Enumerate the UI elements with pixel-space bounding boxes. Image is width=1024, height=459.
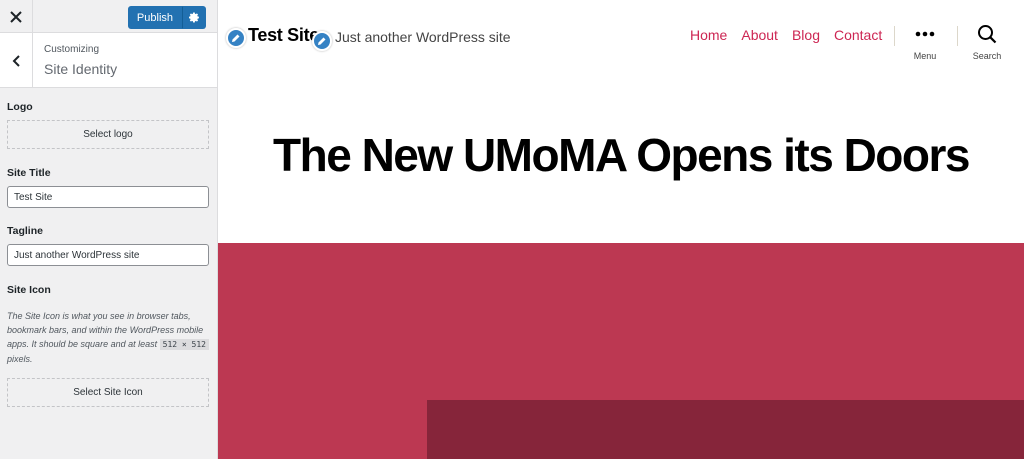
menu-toggle[interactable]: Menu [900, 24, 950, 61]
close-icon [10, 10, 22, 23]
section-body: Logo Select logo Site Title Test Site Ta… [0, 101, 217, 407]
search-toggle[interactable]: Search [962, 24, 1012, 61]
site-title-label: Site Title [7, 167, 51, 179]
site-icon-description-end: pixels. [7, 354, 33, 364]
logo-label: Logo [7, 101, 33, 113]
site-preview: Test Site Just another WordPress site Ho… [218, 0, 1024, 459]
site-icon-label: Site Icon [7, 284, 51, 296]
breadcrumb: Customizing [44, 44, 100, 55]
nav-home[interactable]: Home [690, 27, 727, 43]
nav-about[interactable]: About [741, 27, 778, 43]
close-customizer-button[interactable] [0, 0, 33, 33]
pencil-icon [232, 34, 240, 42]
ellipsis-icon [915, 31, 935, 37]
preview-tagline: Just another WordPress site [335, 29, 511, 45]
site-title-input[interactable]: Test Site [7, 186, 209, 208]
nav-divider [957, 26, 958, 46]
search-label: Search [972, 51, 1002, 61]
edit-tagline-shortcut[interactable] [312, 31, 332, 51]
nav-blog[interactable]: Blog [792, 27, 820, 43]
primary-nav: Home About Blog Contact [690, 27, 882, 43]
site-icon-size-code: 512 × 512 [159, 339, 209, 350]
section-header: Customizing Site Identity [0, 33, 217, 88]
gear-icon [188, 12, 199, 23]
publish-button[interactable]: Publish [127, 6, 182, 29]
hero-cover-block [218, 243, 1024, 459]
nav-contact[interactable]: Contact [834, 27, 882, 43]
edit-site-title-shortcut[interactable] [226, 28, 246, 48]
back-button[interactable] [0, 33, 33, 88]
hero-inner-block [427, 400, 1024, 459]
post-title[interactable]: The New UMoMA Opens its Doors [218, 128, 1024, 182]
chevron-left-icon [12, 54, 20, 67]
tagline-input[interactable]: Just another WordPress site [7, 244, 209, 266]
customizer-sidebar: Publish Customizing Site Identity Logo S… [0, 0, 218, 459]
search-icon [978, 25, 997, 44]
select-logo-button[interactable]: Select logo [7, 120, 209, 149]
pencil-icon [318, 37, 326, 45]
section-title: Site Identity [44, 61, 118, 77]
nav-divider [894, 26, 895, 46]
menu-label: Menu [913, 51, 937, 61]
preview-site-title[interactable]: Test Site [248, 25, 319, 46]
publish-settings-button[interactable] [182, 6, 206, 29]
customizer-header: Publish [0, 0, 217, 33]
tagline-label: Tagline [7, 225, 43, 237]
publish-group: Publish [127, 6, 206, 29]
site-icon-description: The Site Icon is what you see in browser… [7, 309, 211, 366]
select-site-icon-button[interactable]: Select Site Icon [7, 378, 209, 407]
